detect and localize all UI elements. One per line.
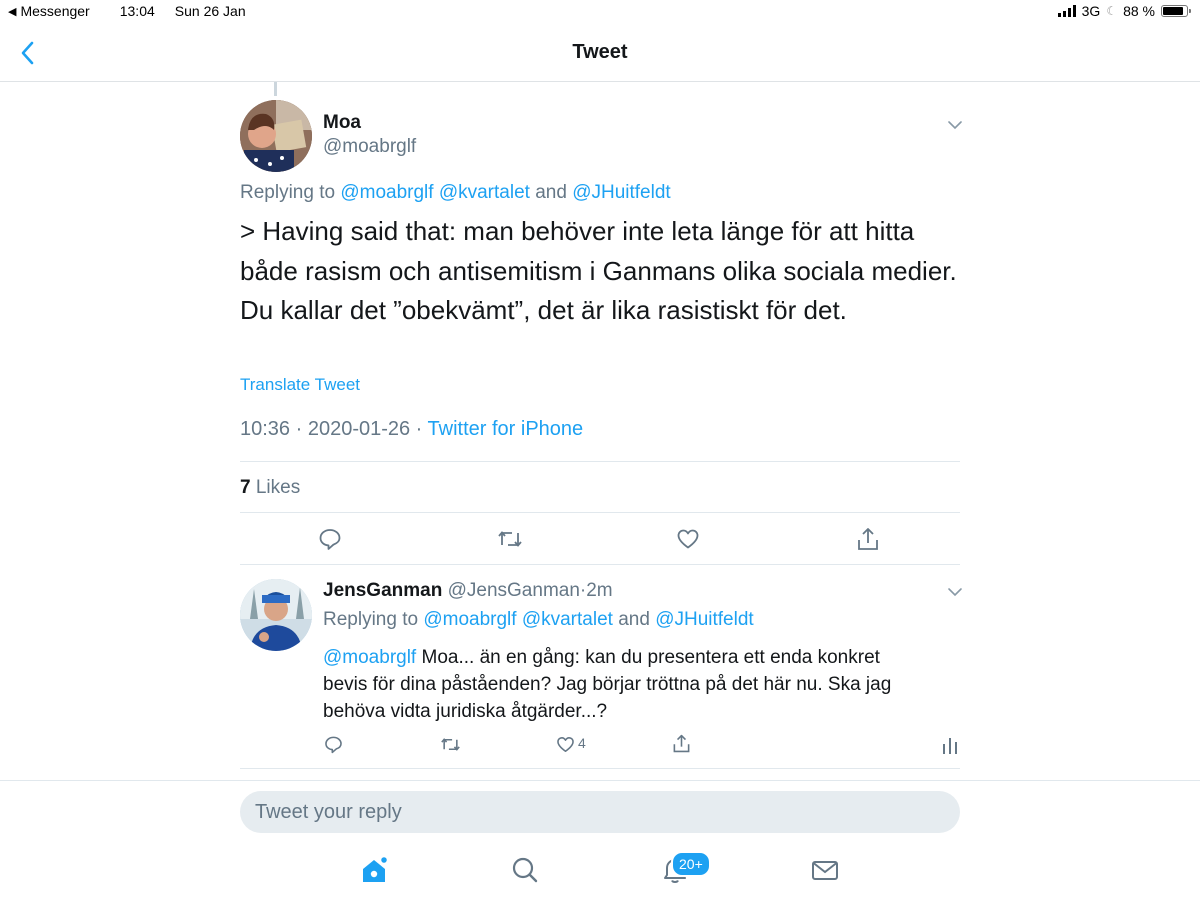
reply-header: JensGanman @JensGanman·2m (323, 580, 613, 602)
nav-bar: Tweet (0, 24, 1200, 82)
replying-and: and (612, 609, 656, 630)
avatar-image (240, 100, 312, 172)
replying-to: Replying to @moabrglf @kvartalet and @JH… (240, 182, 671, 204)
tweet-text-line: både rasism och antisemitism i Ganmans o… (240, 255, 957, 286)
reply-text-line: @moabrglf Moa... än en gång: kan du pres… (323, 644, 943, 671)
share-icon (858, 528, 878, 550)
reply-input[interactable] (240, 791, 960, 833)
author-handle[interactable]: @moabrglf (323, 136, 416, 158)
home-icon (363, 855, 389, 882)
chevron-down-icon[interactable] (947, 120, 963, 130)
author-name[interactable]: Moa (323, 112, 361, 134)
tweet-metadata: 10:36 · 2020-01-26 · Twitter for iPhone (240, 418, 583, 441)
thread-connector-line (274, 82, 277, 96)
status-date: Sun 26 Jan (174, 3, 246, 19)
divider (240, 564, 960, 565)
retweet-button[interactable] (440, 735, 461, 754)
moon-icon: ☾ (1106, 4, 1118, 18)
page-title: Tweet (572, 41, 628, 63)
reply-text-line: behöva vidta juridiska åtgärder...? (323, 701, 608, 722)
replying-prefix: Replying to (323, 609, 424, 630)
divider (0, 780, 1200, 781)
heart-icon (557, 736, 574, 753)
chevron-down-icon[interactable] (947, 587, 963, 597)
like-button[interactable] (556, 735, 575, 754)
battery-percent: 88 % (1123, 3, 1155, 19)
reply-composer[interactable] (240, 791, 960, 833)
heart-icon (677, 529, 699, 549)
reply-text: @moabrglf Moa... än en gång: kan du pres… (323, 644, 943, 725)
likes-count: 7 (240, 477, 251, 498)
tab-home[interactable] (360, 855, 390, 885)
avatar[interactable] (240, 100, 312, 172)
status-time: 13:04 (119, 3, 155, 19)
status-bar: ◀ Messenger 13:04 Sun 26 Jan 3G ☾ 88 % (0, 0, 1200, 24)
reply-author-name[interactable]: JensGanman (323, 580, 442, 601)
divider (240, 768, 960, 769)
divider (240, 461, 960, 462)
reply-button[interactable] (318, 527, 342, 551)
messages-mail-icon (812, 861, 838, 880)
signal-strength-icon (1057, 5, 1076, 17)
notifications-badge: 20+ (671, 851, 711, 877)
retweet-button[interactable] (497, 527, 523, 551)
translate-tweet-link[interactable]: Translate Tweet (240, 375, 360, 395)
avatar-image (240, 579, 312, 651)
replying-mentions-link[interactable]: @moabrglf @kvartalet (340, 182, 530, 203)
tweet-text-line: > Having said that: man behöver inte let… (240, 216, 915, 246)
replying-prefix: Replying to (240, 182, 341, 203)
tweet-text-line: Du kallar det ”obekvämt”, det är lika ra… (240, 295, 847, 325)
share-button[interactable] (856, 526, 880, 552)
tab-search[interactable] (510, 855, 540, 885)
reply-text-line: bevis för dina påståenden? Jag börjar tr… (323, 674, 892, 695)
share-button[interactable] (672, 733, 691, 754)
tweet-timestamp: 10:36 · 2020-01-26 · (240, 418, 428, 440)
divider (240, 512, 960, 513)
reply-author-handle[interactable]: @JensGanman (442, 580, 580, 601)
network-type: 3G (1081, 3, 1101, 19)
analytics-icon (943, 738, 957, 754)
retweet-icon (498, 531, 522, 547)
back-to-app-icon[interactable]: ◀ (8, 5, 16, 18)
replying-to: Replying to @moabrglf @kvartalet and @JH… (323, 609, 754, 631)
like-count: 4 (578, 735, 586, 751)
tweet-text: > Having said that: man behöver inte let… (240, 212, 960, 331)
mention-link[interactable]: @moabrglf (323, 647, 416, 668)
retweet-icon (441, 738, 460, 751)
tab-messages[interactable] (810, 855, 840, 885)
reply-time: 2m (586, 580, 613, 601)
reply-icon (325, 736, 342, 754)
replying-mentions-link[interactable]: @moabrglf @kvartalet (423, 609, 613, 630)
battery-icon (1161, 5, 1191, 17)
reply-icon (319, 529, 341, 550)
likes-link[interactable]: 7 Likes (240, 477, 300, 499)
avatar[interactable] (240, 579, 312, 651)
like-button[interactable] (676, 527, 700, 551)
likes-label: Likes (250, 477, 301, 498)
share-icon (673, 734, 690, 753)
tweet-source-link[interactable]: Twitter for iPhone (428, 418, 584, 440)
replying-last-link[interactable]: @JHuitfeldt (655, 609, 754, 630)
analytics-button[interactable] (942, 736, 958, 754)
reply-text-segment: Moa... än en gång: kan du presentera ett… (416, 647, 880, 668)
search-icon (512, 857, 538, 883)
back-app-label[interactable]: Messenger (20, 3, 89, 19)
replying-and: and (529, 182, 573, 203)
reply-button[interactable] (324, 735, 343, 754)
replying-last-link[interactable]: @JHuitfeldt (572, 182, 671, 203)
